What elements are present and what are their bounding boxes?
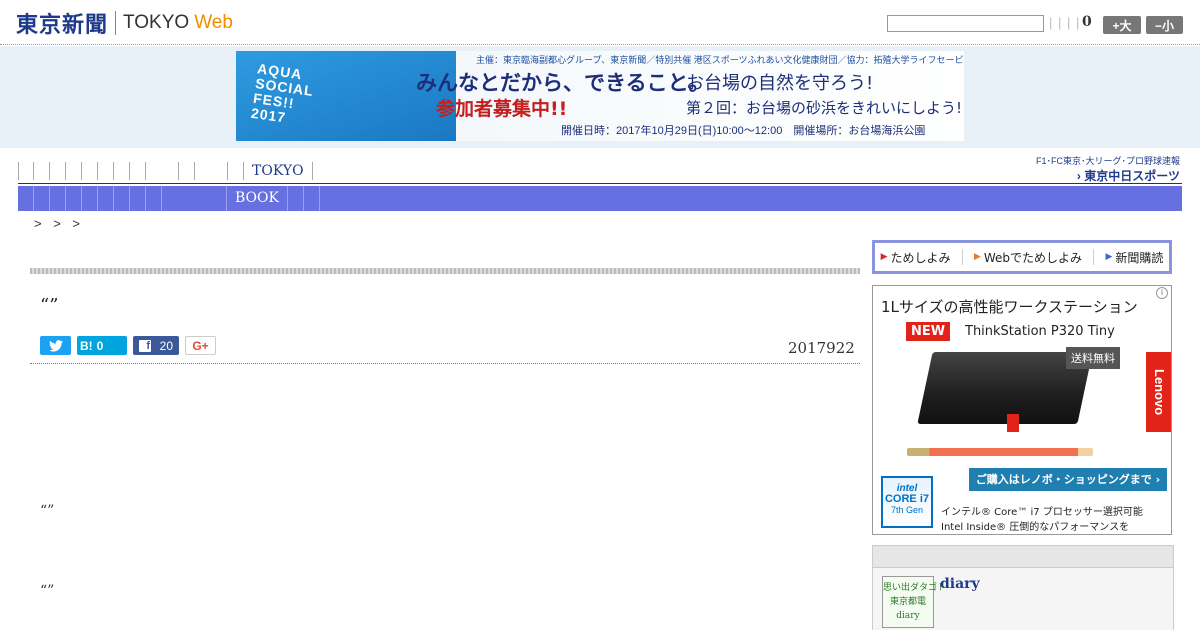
gnav-item[interactable] — [146, 161, 179, 180]
subnav-item[interactable] — [82, 186, 98, 211]
article-quote: “” — [40, 583, 55, 599]
diary-box-header — [873, 546, 1173, 568]
diary-link[interactable]: diary — [940, 576, 980, 592]
article-top-rule — [30, 268, 860, 274]
subscribe-link[interactable]: ▶ 新聞購読 — [1105, 249, 1163, 266]
twitter-share-button[interactable] — [40, 336, 71, 355]
gnav-item[interactable] — [50, 161, 66, 180]
triangle-right-icon: ▶ — [1105, 252, 1113, 262]
tameshiyomi-nav: ▶ ためしよみ ▶ Webでためしよみ ▶ 新聞購読 — [872, 240, 1172, 274]
ad-copy-line2: Intel Inside® 圧倒的なパフォーマンスを — [941, 522, 1130, 533]
tame-divider — [1093, 249, 1095, 265]
subnav-item[interactable] — [288, 186, 304, 211]
subnav-item[interactable] — [50, 186, 66, 211]
hatena-bookmark-button[interactable]: B! 0 — [77, 336, 127, 355]
banner-band: AQUA SOCIAL FES!! 2017 主催：東京臨海副都心グループ、東京… — [0, 46, 1200, 148]
gnav-item[interactable] — [130, 161, 146, 180]
gnav-item[interactable] — [34, 161, 50, 180]
web-tameshiyomi-link[interactable]: ▶ Webでためしよみ — [974, 249, 1082, 266]
global-nav: TOKYO — [18, 158, 1018, 183]
logo-web: Web — [194, 12, 233, 33]
banner-recruit: 参加者募集中!! — [436, 98, 568, 120]
banner-headline-2: お台場の自然を守ろう! — [686, 73, 874, 94]
subnav-item[interactable] — [114, 186, 130, 211]
logo-divider — [115, 11, 117, 35]
diary-box: 思い出ダタゴト 東京都電 diary diary — [872, 545, 1174, 630]
banner-shirt-text: AQUA SOCIAL FES!! 2017 — [250, 60, 315, 126]
subscribe-label: 新聞購読 — [1115, 250, 1164, 265]
subnav-item[interactable] — [98, 186, 114, 211]
intel-badge: intel CORE i7 7th Gen — [881, 476, 933, 528]
subnav-item[interactable] — [162, 186, 227, 211]
gnav-item-tokyo[interactable]: TOKYO — [244, 161, 313, 180]
gnav-divider — [18, 183, 1182, 184]
facebook-icon: f — [139, 339, 151, 352]
gnav-item[interactable] — [66, 161, 82, 180]
facebook-share-button[interactable]: f 20 — [133, 336, 179, 355]
twitter-icon — [48, 339, 63, 352]
tame-divider — [961, 249, 963, 265]
breadcrumb[interactable]: > > > — [34, 216, 80, 231]
ad-new-badge: NEW — [906, 322, 951, 341]
subnav-item[interactable] — [66, 186, 82, 211]
ad-free-shipping-badge: 送料無料 — [1066, 347, 1120, 369]
ad-product-accent — [1007, 414, 1019, 432]
subnav-item[interactable] — [146, 186, 162, 211]
article-quote: “” — [40, 503, 55, 519]
ad-info-icon[interactable]: i — [1156, 287, 1168, 299]
header-count: 0 — [1082, 14, 1092, 30]
header-pipes: | | | | — [1049, 15, 1081, 30]
ad-shop-button[interactable]: ご購入はレノボ・ショッピングまで › — [969, 468, 1167, 491]
tameshiyomi-label: ためしよみ — [890, 250, 951, 265]
intel-gen: 7th Gen — [890, 505, 924, 515]
subnav-item[interactable] — [304, 186, 320, 211]
gnav-item[interactable] — [195, 161, 228, 180]
lenovo-logo: Lenovo — [1146, 352, 1171, 432]
logo-tokyo: TOKYO — [123, 12, 190, 33]
gnav-item[interactable] — [18, 161, 34, 180]
gnav-item[interactable] — [98, 161, 114, 180]
lenovo-ad[interactable]: 1Lサイズの高性能ワークステーション i NEW ThinkStation P3… — [872, 285, 1172, 535]
hatena-count: 0 — [96, 338, 104, 353]
article-date: 2017922 — [788, 339, 855, 357]
logo-jp: 東京新聞 — [16, 12, 109, 38]
intel-core: CORE i7 — [884, 493, 929, 505]
sub-nav: BOOK — [18, 186, 1182, 211]
hatena-icon: B! — [80, 338, 93, 353]
site-header: 東京新聞 TOKYO Web | | | | 0 +大 −小 — [0, 0, 1200, 45]
gnav-item[interactable] — [82, 161, 98, 180]
gnav-item[interactable] — [179, 161, 195, 180]
font-size-increase-button[interactable]: +大 — [1103, 16, 1141, 34]
tameshiyomi-link[interactable]: ▶ ためしよみ — [881, 249, 951, 266]
article-header-rule — [30, 363, 860, 364]
chunichi-tagline: F1･FC東京･大リーグ･プロ野球速報 — [1035, 156, 1180, 166]
font-size-decrease-button[interactable]: −小 — [1146, 16, 1183, 34]
triangle-right-icon: ▶ — [973, 252, 981, 262]
ad-copy-line1: インテル® Core™ i7 プロセッサー選択可能 — [941, 507, 1143, 518]
subnav-item[interactable] — [130, 186, 146, 211]
banner-sponsor-line: 主催：東京臨海副都心グループ、東京新聞／特別共催 港区スポーツふれあい文化健康財… — [476, 55, 964, 65]
gnav-item[interactable] — [228, 161, 244, 180]
site-logo[interactable]: 東京新聞 TOKYO Web — [16, 9, 233, 38]
ad-pencil-image — [907, 448, 1093, 456]
banner-event-name: 第２回：お台場の砂浜をきれいにしよう! — [686, 99, 963, 117]
search-input[interactable] — [887, 15, 1044, 32]
ad-model-name: ThinkStation P320 Tiny — [965, 324, 1115, 339]
google-plus-share-button[interactable]: G+ — [185, 336, 216, 355]
subnav-item[interactable] — [18, 186, 34, 211]
banner-headline: みんなとだから、できること。 — [416, 71, 710, 95]
subnav-item-book[interactable]: BOOK — [227, 186, 288, 211]
chunichi-logo: › 東京中日スポーツ — [1076, 169, 1180, 183]
subnav-item[interactable] — [34, 186, 50, 211]
ad-title: 1Lサイズの高性能ワークステーション — [881, 298, 1138, 316]
aqua-social-fes-banner[interactable]: AQUA SOCIAL FES!! 2017 主催：東京臨海副都心グループ、東京… — [236, 51, 964, 141]
diary-thumbnail[interactable]: 思い出ダタゴト 東京都電 diary — [882, 576, 946, 628]
triangle-right-icon: ▶ — [880, 252, 888, 262]
facebook-count: 20 — [159, 338, 173, 353]
gnav-item[interactable] — [114, 161, 130, 180]
chunichi-sports-link[interactable]: F1･FC東京･大リーグ･プロ野球速報 › 東京中日スポーツ — [1025, 154, 1180, 183]
banner-event-details: 開催日時：2017年10月29日(日)10:00〜12:00 開催場所：お台場海… — [561, 125, 926, 137]
article-title: “” — [40, 295, 59, 316]
web-tameshiyomi-label: Webでためしよみ — [983, 250, 1083, 265]
